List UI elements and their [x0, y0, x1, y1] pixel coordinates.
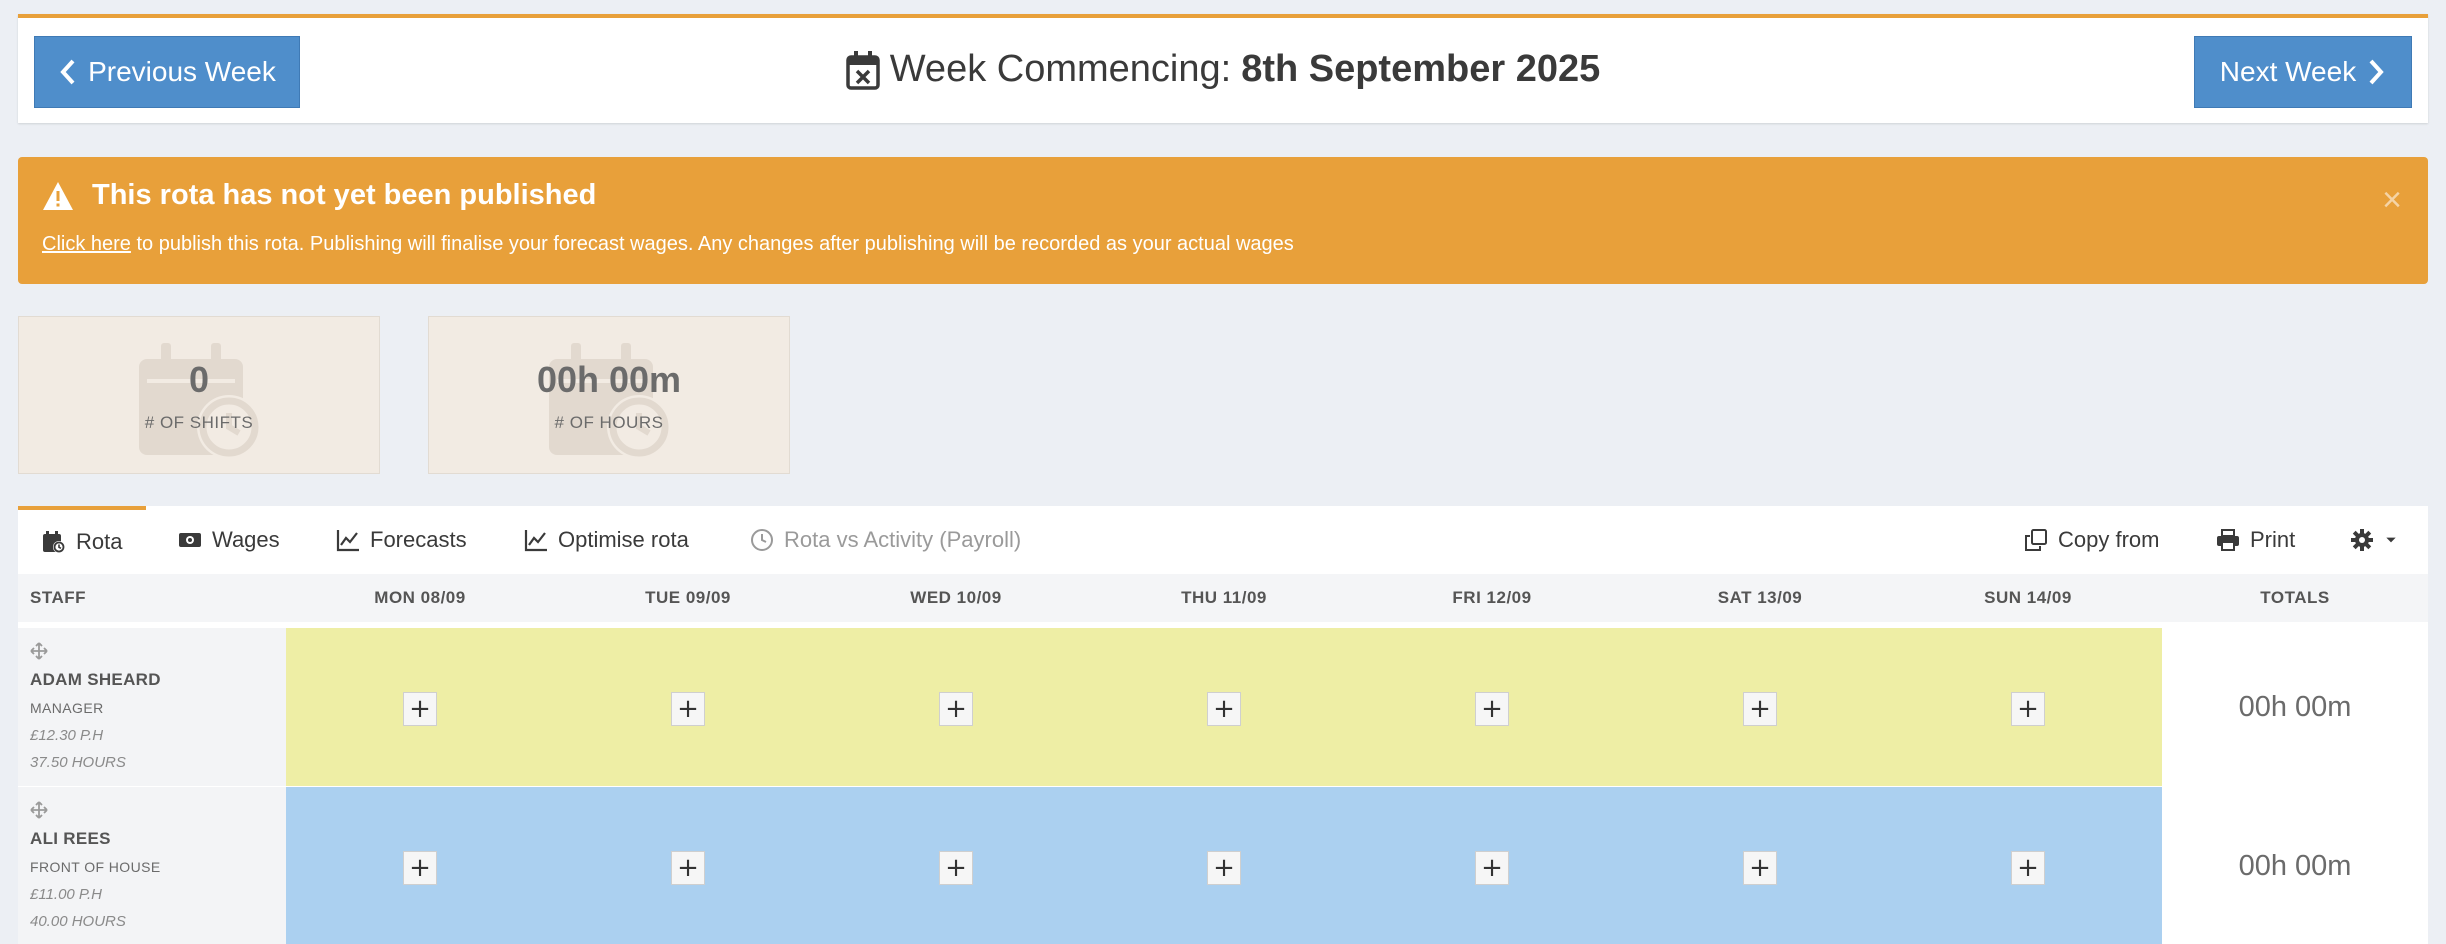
staff-contract-hours: 37.50 HOURS [30, 754, 126, 771]
rota-panel: Rota Wages Forecasts Optimise rota Rota … [18, 506, 2428, 944]
alert-title: This rota has not yet been published [92, 179, 597, 211]
hours-label: # OF HOURS [554, 413, 664, 432]
staff-role: FRONT OF HOUSE [30, 859, 161, 875]
printer-icon [2217, 529, 2239, 551]
day-header: FRI 12/09 [1452, 588, 1532, 607]
add-shift-button[interactable]: + [1475, 692, 1509, 726]
shifts-count: 0 [188, 359, 210, 400]
calendar-x-icon [846, 50, 880, 90]
day-header: MON 08/09 [374, 588, 466, 607]
row-total: 00h 00m [2238, 850, 2352, 882]
tab-rota-label: Rota [76, 529, 123, 554]
staff-row: ADAM SHEARD MANAGER £12.30 P.H 37.50 HOU… [18, 628, 2428, 786]
chart-line-icon [336, 530, 359, 552]
alert-message-text: to publish this rota. Publishing will fi… [130, 233, 1294, 255]
add-shift-button[interactable]: + [1207, 692, 1241, 726]
totals-column-header: TOTALS [2260, 588, 2330, 607]
tab-rota-vs-activity-label: Rota vs Activity (Payroll) [784, 527, 1022, 552]
add-shift-button[interactable]: + [403, 851, 437, 885]
shifts-stat-card: 0 # OF SHIFTS [18, 316, 380, 474]
caret-down-icon [2386, 537, 2396, 543]
row-total: 00h 00m [2238, 691, 2352, 723]
tab-bar: Rota Wages Forecasts Optimise rota Rota … [18, 506, 2428, 574]
shifts-label: # OF SHIFTS [144, 413, 254, 432]
gear-icon [2351, 529, 2373, 551]
day-header: WED 10/09 [910, 588, 1002, 607]
staff-contract-hours: 40.00 HOURS [30, 913, 126, 930]
day-header: THU 11/09 [1181, 588, 1267, 607]
close-alert-button[interactable]: × [2382, 183, 2402, 217]
week-header: Previous Week Week Commencing: 8th Septe… [18, 14, 2428, 123]
copy-icon [2025, 529, 2047, 551]
tab-rota-vs-activity[interactable]: Rota vs Activity (Payroll) [750, 506, 1021, 574]
clock-icon [751, 529, 773, 551]
warning-icon [43, 181, 73, 210]
staff-name: ALI REES [30, 829, 111, 848]
add-shift-button[interactable]: + [939, 692, 973, 726]
unpublished-alert: This rota has not yet been published Cli… [18, 157, 2428, 284]
chart-line-icon [524, 530, 547, 552]
day-cells: + + + + + + + [286, 628, 2162, 786]
staff-cell: ALI REES FRONT OF HOUSE £11.00 P.H 40.00… [18, 787, 286, 944]
staff-rate: £11.00 P.H [30, 886, 103, 903]
print-button[interactable]: Print [2216, 506, 2295, 574]
staff-role: MANAGER [30, 700, 104, 716]
day-header: TUE 09/09 [645, 588, 731, 607]
tab-forecasts-label: Forecasts [370, 527, 467, 552]
add-shift-button[interactable]: + [939, 851, 973, 885]
next-week-label: Next Week [2219, 56, 2357, 87]
title-prefix: Week Commencing: [889, 48, 1232, 90]
staff-rate: £12.30 P.H [30, 727, 104, 744]
money-icon [179, 533, 201, 547]
add-shift-button[interactable]: + [2011, 692, 2045, 726]
tab-wages[interactable]: Wages [178, 506, 280, 574]
tab-forecasts[interactable]: Forecasts [336, 506, 467, 574]
publish-link[interactable]: Click here [42, 233, 131, 255]
day-cells: + + + + + + + [286, 787, 2162, 944]
page-title: Week Commencing: 8th September 2025 [18, 48, 2428, 91]
copy-from-label: Copy from [2058, 527, 2160, 552]
add-shift-button[interactable]: + [2011, 851, 2045, 885]
hours-stat-card: 00h 00m # OF HOURS [428, 316, 790, 474]
add-shift-button[interactable]: + [1743, 692, 1777, 726]
chevron-right-icon [2369, 59, 2384, 85]
staff-column-header: STAFF [30, 588, 87, 607]
staff-row: ALI REES FRONT OF HOUSE £11.00 P.H 40.00… [18, 787, 2428, 944]
title-date: 8th September 2025 [1241, 48, 1601, 90]
next-week-button[interactable]: Next Week [2194, 36, 2412, 108]
tab-optimise-rota[interactable]: Optimise rota [524, 506, 689, 574]
print-label: Print [2250, 527, 2296, 552]
tab-wages-label: Wages [212, 527, 280, 552]
move-icon[interactable] [30, 801, 48, 819]
add-shift-button[interactable]: + [1475, 851, 1509, 885]
add-shift-button[interactable]: + [1207, 851, 1241, 885]
staff-cell: ADAM SHEARD MANAGER £12.30 P.H 37.50 HOU… [18, 628, 286, 786]
alert-message: Click here to publish this rota. Publish… [42, 233, 1294, 256]
add-shift-button[interactable]: + [403, 692, 437, 726]
hours-total: 00h 00m [536, 359, 682, 400]
day-header: SUN 14/09 [1984, 588, 2072, 607]
day-header: SAT 13/09 [1717, 588, 1803, 607]
settings-dropdown[interactable] [2350, 506, 2398, 574]
add-shift-button[interactable]: + [1743, 851, 1777, 885]
tab-rota[interactable]: Rota [18, 506, 147, 574]
calendar-clock-icon [43, 531, 65, 553]
tab-optimise-label: Optimise rota [558, 527, 689, 552]
alert-heading: This rota has not yet been published [42, 179, 596, 212]
grid-header: STAFF MON 08/09 TUE 09/09 WED 10/09 THU … [18, 574, 2428, 622]
add-shift-button[interactable]: + [671, 692, 705, 726]
copy-from-button[interactable]: Copy from [2024, 506, 2159, 574]
add-shift-button[interactable]: + [671, 851, 705, 885]
staff-name: ADAM SHEARD [30, 670, 161, 689]
move-icon[interactable] [30, 642, 48, 660]
